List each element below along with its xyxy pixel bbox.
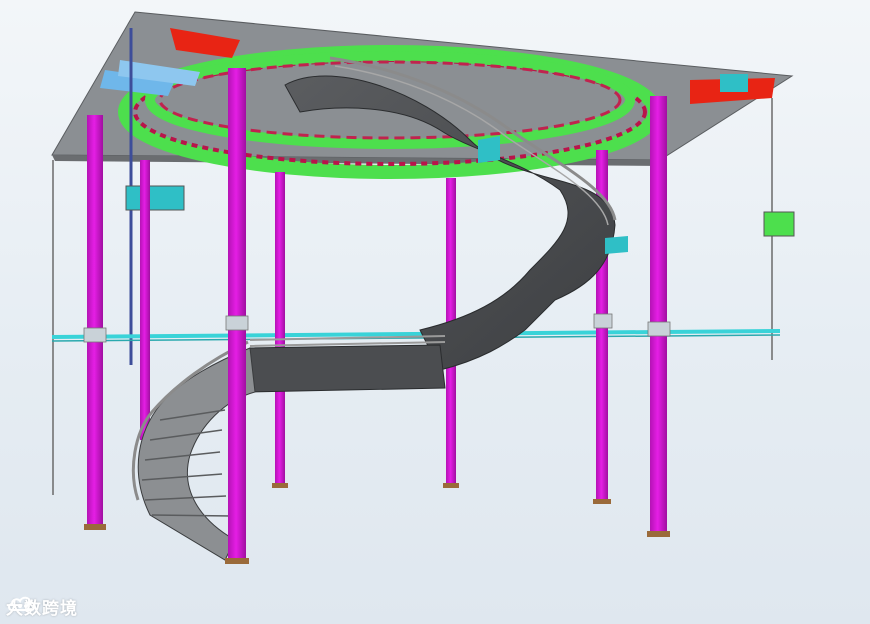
cyan-bracket-right: [720, 74, 748, 92]
connection-plate-2: [225, 315, 249, 331]
column-front-1: [87, 115, 103, 525]
connection-plate-4: [593, 313, 613, 329]
cyan-bracket-stair-2: [605, 236, 628, 254]
column-back-2: [275, 172, 285, 484]
column-front-2: [228, 68, 246, 558]
stair-mid-landing: [249, 344, 446, 393]
bim-viewport[interactable]: 大数跨境: [0, 0, 870, 624]
connection-plate-3: [647, 321, 671, 337]
base-plate-5: [272, 483, 288, 488]
connection-plate-1: [83, 327, 107, 343]
base-plate-3: [647, 531, 670, 537]
watermark: 大数跨境: [6, 592, 78, 620]
column-front-3: [650, 96, 667, 532]
structure-model: [51, 11, 795, 564]
cloud-logo-icon: [8, 596, 36, 611]
bracket-right: [763, 211, 795, 237]
base-plate-2: [225, 558, 249, 564]
bracket-left: [125, 185, 185, 211]
base-plate-4: [593, 499, 611, 504]
base-plate-6: [443, 483, 459, 488]
base-plate-1: [84, 524, 106, 530]
column-back-1: [140, 160, 150, 440]
cyan-bracket-stair: [478, 136, 500, 163]
